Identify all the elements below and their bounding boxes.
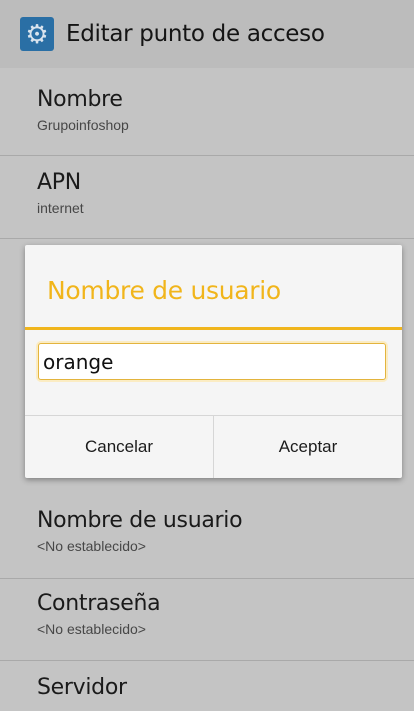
pref-label: Servidor	[37, 675, 127, 700]
pref-label: APN	[37, 170, 81, 195]
dialog-title-divider	[25, 327, 402, 330]
settings-gear-icon[interactable]: ⚙	[20, 17, 54, 51]
dialog-title: Nombre de usuario	[47, 276, 281, 305]
divider	[0, 660, 414, 661]
pref-label: Contraseña	[37, 591, 161, 616]
page-title: Editar punto de acceso	[66, 21, 325, 47]
pref-item-nombre-de-usuario[interactable]: Nombre de usuario <No establecido>	[37, 508, 243, 554]
pref-value: internet	[37, 200, 84, 216]
accept-button[interactable]: Aceptar	[214, 416, 402, 478]
divider	[0, 155, 414, 156]
action-bar: ⚙ Editar punto de acceso	[0, 0, 414, 68]
pref-value: <No establecido>	[37, 621, 146, 637]
edit-text-dialog: Nombre de usuario orange Cancelar Acepta…	[25, 245, 402, 478]
username-input[interactable]: orange	[38, 343, 386, 380]
pref-label: Nombre de usuario	[37, 508, 243, 533]
pref-item-apn[interactable]: APN internet	[37, 170, 84, 216]
pref-item-contrasena[interactable]: Contraseña <No establecido>	[37, 591, 161, 637]
pref-value: <No establecido>	[37, 538, 146, 554]
divider	[0, 238, 414, 239]
pref-item-servidor[interactable]: Servidor	[37, 675, 127, 700]
pref-value: Grupoinfoshop	[37, 117, 129, 133]
pref-item-nombre[interactable]: Nombre Grupoinfoshop	[37, 87, 129, 133]
divider	[0, 578, 414, 579]
pref-label: Nombre	[37, 87, 123, 112]
apn-edit-screen: ⚙ Editar punto de acceso Nombre Grupoinf…	[0, 0, 414, 711]
cancel-button[interactable]: Cancelar	[25, 416, 213, 478]
